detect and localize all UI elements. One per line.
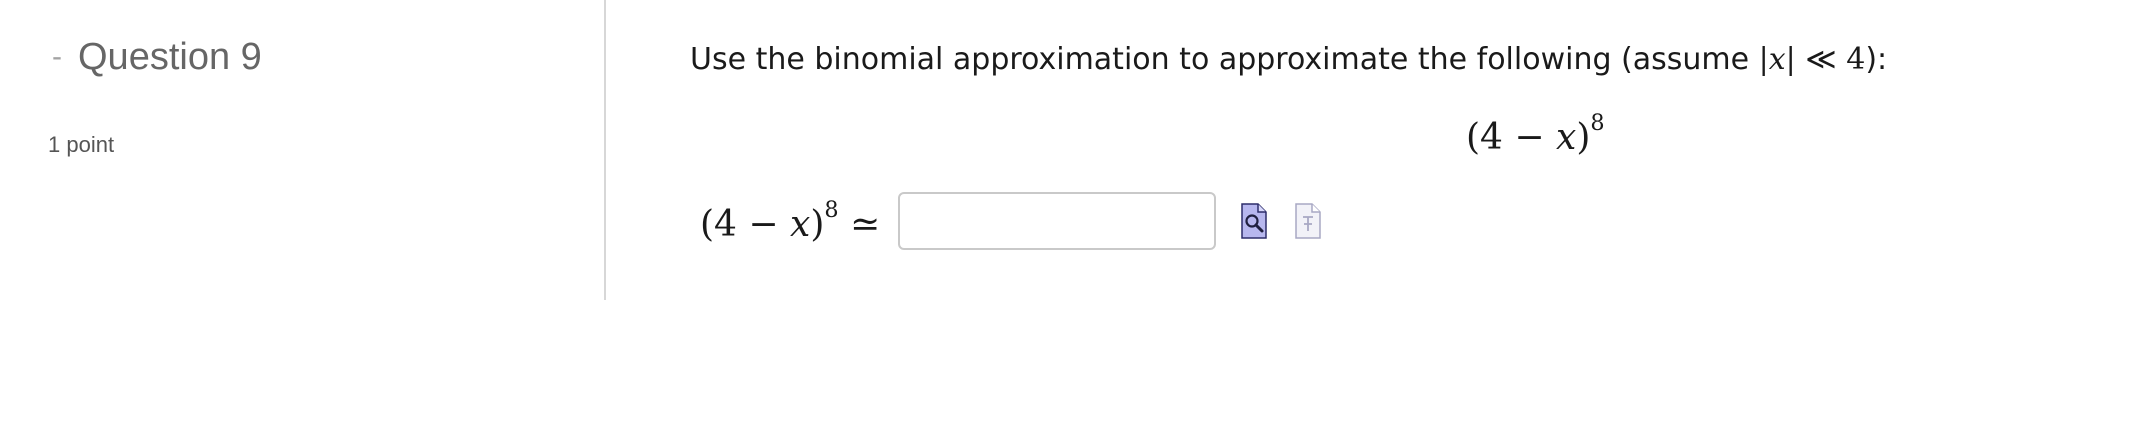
- preview-answer-icon[interactable]: [1238, 201, 1270, 241]
- expression-exponent: 8: [1590, 110, 1605, 136]
- prompt-end: ):: [1865, 42, 1888, 77]
- expression-close: ): [1576, 116, 1591, 158]
- approx-relation: ≃: [838, 203, 881, 245]
- question-prompt: Use the binomial approximation to approx…: [690, 42, 1887, 78]
- question-sidebar: - Question 9 1 point: [0, 0, 606, 300]
- answer-lhs-open: (4 −: [700, 203, 790, 245]
- condition-variable: x: [1768, 42, 1786, 77]
- question-title: Question 9: [78, 36, 262, 78]
- answer-lhs: (4 − x)8 ≃: [700, 197, 880, 245]
- abs-bar-left: |: [1758, 42, 1769, 77]
- question-content: Use the binomial approximation to approx…: [690, 0, 2090, 300]
- condition-value: 4: [1846, 42, 1866, 77]
- collapse-toggle[interactable]: -: [52, 42, 62, 72]
- question-header: - Question 9: [52, 38, 262, 76]
- answer-row: (4 − x)8 ≃: [700, 192, 1324, 250]
- answer-lhs-close: ): [810, 203, 825, 245]
- display-expression: (4 − x)8: [1466, 110, 1605, 158]
- question-points: 1 point: [48, 132, 115, 157]
- prompt-text: Use the binomial approximation to approx…: [690, 42, 1759, 77]
- formula-editor-icon[interactable]: [1292, 201, 1324, 241]
- answer-lhs-exponent: 8: [824, 197, 839, 224]
- expression-open: (4 −: [1466, 116, 1556, 158]
- answer-input[interactable]: [898, 192, 1217, 250]
- answer-lhs-variable: x: [790, 203, 811, 245]
- condition-relation: ≪: [1795, 42, 1847, 77]
- abs-bar-right: |: [1785, 42, 1796, 77]
- expression-variable: x: [1556, 116, 1577, 158]
